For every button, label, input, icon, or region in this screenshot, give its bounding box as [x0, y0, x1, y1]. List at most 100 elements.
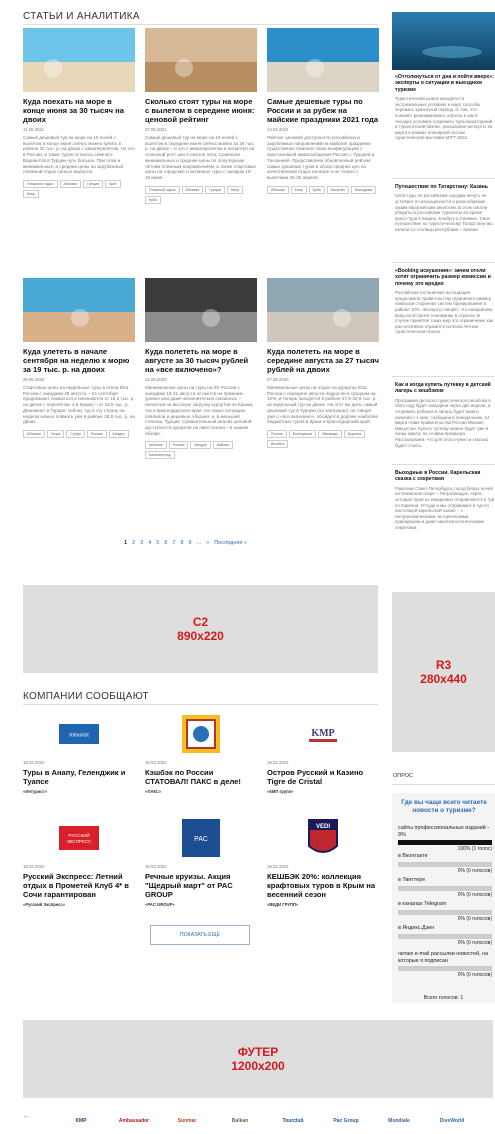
sidebar-article-title[interactable]: «Оттолкнуться от дна и пойти вверх»: экс… — [395, 74, 495, 93]
article-card[interactable]: Куда улететь в начале сентября на неделю… — [23, 278, 135, 438]
ad-banner-r3[interactable]: R3 280x440 — [392, 592, 495, 752]
poll-option[interactable]: читаю e-mail рассылки новостей, на котор… — [398, 951, 492, 978]
poll-option[interactable]: сайты профессиональных изданий - 9% 100%… — [398, 825, 492, 852]
tag-link[interactable]: Греция — [205, 185, 225, 194]
sidebar-article[interactable]: Выходные в России. Карельская сказка с с… — [395, 470, 495, 531]
page-link[interactable]: 1 — [124, 540, 127, 546]
page-link[interactable]: 4 — [148, 540, 151, 546]
company-logo-image[interactable] — [145, 714, 257, 754]
article-card[interactable]: Куда полететь на море в середине августа… — [267, 278, 379, 448]
company-news-source[interactable]: «PAC GROUP» — [145, 902, 257, 907]
poll-option[interactable]: в каналах Telegram 0% (0 голосов) — [398, 901, 492, 922]
company-logo-image[interactable]: KMP — [267, 714, 379, 754]
tag-link[interactable]: Капуры — [108, 429, 129, 438]
company-news-title[interactable]: Кэшбэк по России СТАТОВАЛ! ПАКС в деле! — [145, 768, 257, 786]
tag-link[interactable]: Греция — [83, 179, 103, 188]
tag-link[interactable]: Абхазия — [267, 185, 289, 194]
tag-link[interactable]: Крит — [104, 179, 121, 188]
article-title[interactable]: Куда поехать на море в конце июня за 30 … — [23, 97, 135, 124]
company-news-source[interactable]: «Русский Экспресс» — [23, 902, 135, 907]
sidebar-article[interactable]: «Booking искушения»: зачем отели хотят о… — [395, 268, 495, 335]
ad-banner-c2[interactable]: C2 890x220 — [23, 585, 378, 673]
page-link[interactable]: 9 — [189, 540, 192, 546]
next-page-link[interactable]: » — [206, 540, 209, 546]
company-news-title[interactable]: КЕШБЭК 20%: коллекция крафтовых туров в … — [267, 872, 379, 899]
tag-link[interactable]: Абхазия — [181, 185, 204, 194]
tag-link[interactable]: Кипр — [23, 189, 40, 198]
tag-link[interactable]: Капуры — [190, 441, 211, 450]
partner-logo[interactable]: Ambassador — [111, 1118, 157, 1124]
tag-link[interactable]: Россия — [168, 441, 189, 450]
company-news-card[interactable]: 18.03.2022 Кэшбэк по России СТАТОВАЛ! ПА… — [145, 714, 257, 794]
tag-link[interactable]: Кипр — [290, 185, 307, 194]
tag-link[interactable]: Калининград — [145, 451, 175, 460]
poll-option[interactable]: в Яндекс.Дзен 0% (0 голосов) — [398, 925, 492, 946]
page-link[interactable]: 2 — [132, 540, 135, 546]
tag-link[interactable]: Абхазия — [23, 429, 45, 438]
poll-option[interactable]: в Вконтакте 0% (0 голосов) — [398, 853, 492, 874]
company-news-source[interactable]: «КМП групп» — [267, 789, 379, 794]
company-news-source[interactable]: «Интурист» — [23, 789, 135, 794]
tag-link[interactable]: Куба — [145, 195, 161, 204]
sidebar-article[interactable]: Как и когда купить путевку в детский лаг… — [395, 382, 495, 448]
page-link[interactable]: 7 — [172, 540, 175, 546]
page-link[interactable]: 3 — [140, 540, 143, 546]
company-news-source[interactable]: «ПАКС» — [145, 789, 257, 794]
article-card[interactable]: Куда поехать на море в конце июня за 30 … — [23, 28, 135, 198]
tag-link[interactable]: Мальдивы — [350, 185, 377, 194]
article-title[interactable]: Самые дешевые туры по России и за рубеж … — [267, 97, 379, 124]
tag-link[interactable]: Гагры — [46, 429, 65, 438]
article-thumbnail-image[interactable] — [267, 28, 379, 92]
tag-link[interactable]: Сухум — [66, 429, 85, 438]
article-thumbnail-image[interactable] — [145, 278, 257, 342]
tag-link[interactable]: Пляжный отдых — [23, 179, 58, 188]
company-news-card[interactable]: VEDI 18.03.2022 КЕШБЭК 20%: коллекция кр… — [267, 818, 379, 907]
article-title[interactable]: Куда улететь в начале сентября на неделю… — [23, 347, 135, 374]
company-news-card[interactable]: PAC 18.03.2022 Речные круизы. Акция "Щед… — [145, 818, 257, 907]
partner-logo[interactable]: Pac Group — [323, 1118, 369, 1124]
tag-link[interactable]: Кипр — [226, 185, 243, 194]
partner-logo[interactable]: Balkan — [217, 1118, 263, 1124]
company-news-source[interactable]: «ВЕДИ ГРУПП» — [267, 902, 379, 907]
tag-link[interactable]: Абхазия — [145, 441, 167, 450]
tag-link[interactable]: Белокуриха — [288, 429, 317, 438]
company-news-card[interactable]: Intourist 18.03.2022 Туры в Анапу, Гелен… — [23, 714, 135, 794]
company-logo-image[interactable]: PAC — [145, 818, 257, 858]
page-link[interactable]: 8 — [180, 540, 183, 546]
article-title[interactable]: Куда полететь на море в августе за 30 ты… — [145, 347, 257, 374]
company-news-title[interactable]: Остров Русский и Казино Tigre de Cristal — [267, 768, 379, 786]
sidebar-article-title[interactable]: Выходные в России. Карельская сказка с с… — [395, 470, 495, 483]
tag-link[interactable]: Бахрейн — [326, 185, 349, 194]
sidebar-featured-image[interactable] — [392, 12, 495, 70]
tag-link[interactable]: Россия — [267, 429, 287, 438]
ad-banner-footer[interactable]: ФУТЕР 1200x200 — [23, 1020, 493, 1098]
tag-link[interactable]: Абхазия — [59, 179, 82, 188]
partner-logo[interactable]: Mondiale — [376, 1118, 422, 1124]
page-link[interactable]: 5 — [156, 540, 159, 546]
company-news-card[interactable]: KMP 18.03.2022 Остров Русский и Казино T… — [267, 714, 379, 794]
article-card[interactable]: Сколько стоят туры на море с вылетом в с… — [145, 28, 257, 204]
tag-link[interactable]: Куба — [308, 185, 325, 194]
sidebar-article[interactable]: «Оттолкнуться от дна и пойти вверх»: экс… — [395, 74, 495, 141]
tag-link[interactable]: Пляжный отдых — [145, 185, 180, 194]
company-logo-image[interactable]: РУССКИЙ ЭКСПРЕСС — [23, 818, 135, 858]
company-logo-image[interactable]: Intourist — [23, 714, 135, 754]
show-more-button[interactable]: ПОКАЗАТЬ ЕЩЕ — [150, 925, 250, 945]
sidebar-article-title[interactable]: Как и когда купить путевку в детский лаг… — [395, 382, 495, 395]
sidebar-article-title[interactable]: Путешествие по Татарстану: Казань — [395, 184, 495, 190]
sidebar-article-title[interactable]: «Booking искушения»: зачем отели хотят о… — [395, 268, 495, 287]
company-news-title[interactable]: Туры в Анапу, Геленджик и Туапсе — [23, 768, 135, 786]
company-logo-image[interactable]: VEDI — [267, 818, 379, 858]
article-card[interactable]: Куда полететь на море в августе за 30 ты… — [145, 278, 257, 460]
company-news-title[interactable]: Речные круизы. Акция "Щедрый март" от PA… — [145, 872, 257, 899]
company-news-card[interactable]: РУССКИЙ ЭКСПРЕСС 18.03.2022 Русский Экспр… — [23, 818, 135, 907]
partner-logo[interactable]: Tourclub — [270, 1118, 316, 1124]
tag-link[interactable]: Минводы — [318, 429, 342, 438]
tag-link[interactable]: Бурятия — [343, 429, 366, 438]
article-thumbnail-image[interactable] — [145, 28, 257, 92]
partner-logo[interactable]: KMP — [58, 1118, 104, 1124]
article-card[interactable]: Самые дешевые туры по России и за рубеж … — [267, 28, 379, 194]
tag-link[interactable]: Витебск — [267, 439, 289, 448]
tag-link[interactable]: Байкал — [212, 441, 233, 450]
poll-option[interactable]: в Твиттере 0% (0 голосов) — [398, 877, 492, 898]
